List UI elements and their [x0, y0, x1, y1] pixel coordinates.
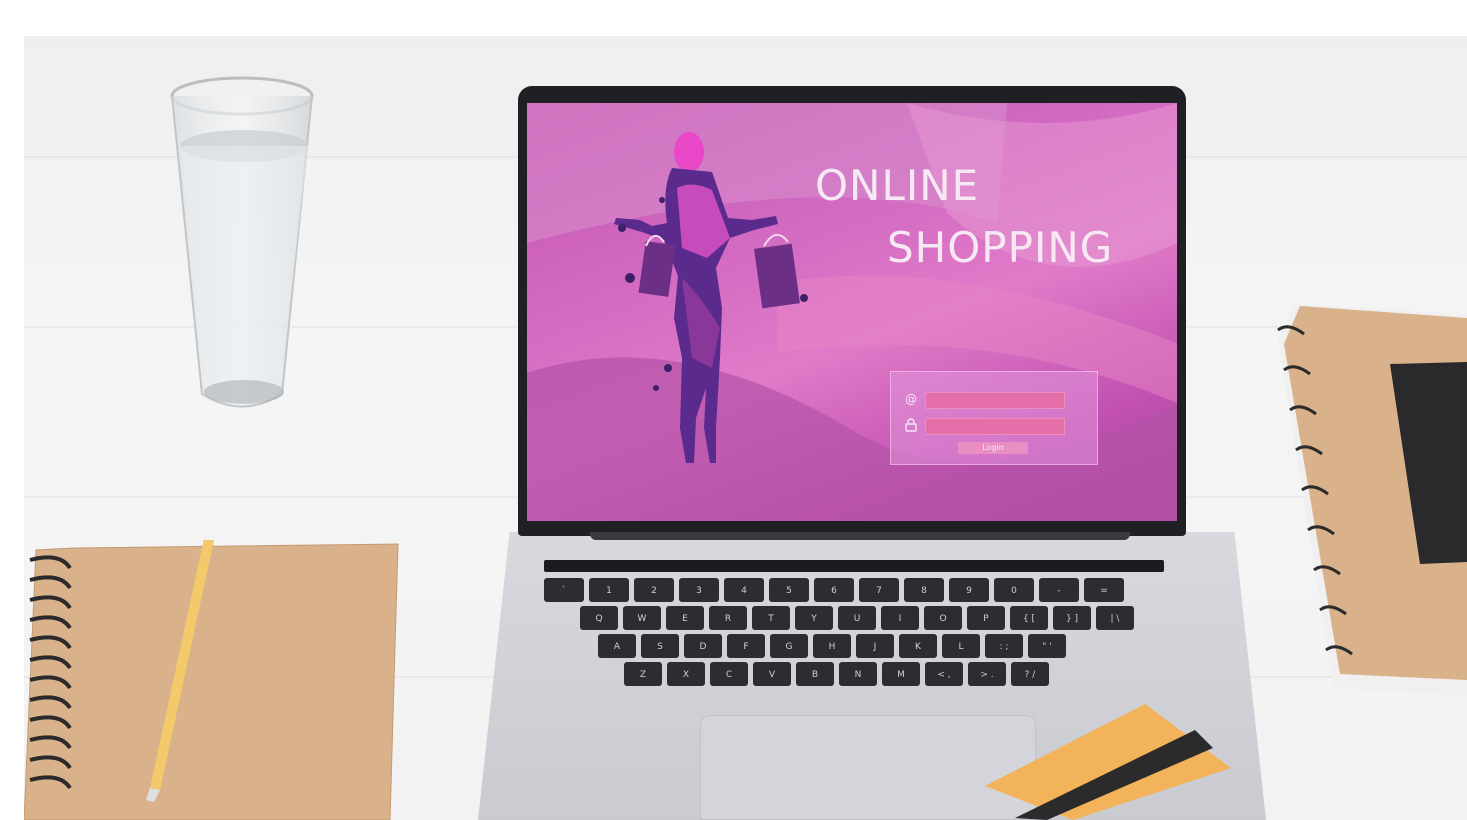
spiral-notebook-left — [24, 540, 399, 820]
key-row_numbers_sub-8[interactable]: 8 — [904, 578, 944, 602]
key-row_zxcv-7[interactable]: < , — [925, 662, 963, 686]
key-row_asdf-2[interactable]: D — [684, 634, 722, 658]
photo-scene: ONLINE SHOPPING @ Login ` 1 2 3 4 5 6 7 8 9 0- = Q W E… — [0, 0, 1467, 820]
key-row_numbers_sub-6[interactable]: 6 — [814, 578, 854, 602]
key-row_qwerty-8[interactable]: O — [924, 606, 962, 630]
key-row_asdf-3[interactable]: F — [727, 634, 765, 658]
login-button[interactable]: Login — [958, 442, 1028, 454]
key-row_qwerty-1[interactable]: W — [623, 606, 661, 630]
login-panel: @ Login — [890, 371, 1098, 465]
key-row_qwerty-11[interactable]: } ] — [1053, 606, 1091, 630]
laptop-hinge — [590, 532, 1130, 540]
key-row_zxcv-0[interactable]: Z — [624, 662, 662, 686]
key-row_qwerty-5[interactable]: Y — [795, 606, 833, 630]
key-row_asdf-0[interactable]: A — [598, 634, 636, 658]
laptop-keyboard: ` 1 2 3 4 5 6 7 8 9 0- = Q W E R T Y U I O P{ [} ] | \ A S D F G H J K… — [528, 556, 1196, 716]
key-row_qwerty-7[interactable]: I — [881, 606, 919, 630]
key-row_zxcv-5[interactable]: N — [839, 662, 877, 686]
key-row_numbers_sub-3[interactable]: 3 — [679, 578, 719, 602]
key-row_asdf-10[interactable]: " ' — [1028, 634, 1066, 658]
key-row_numbers_sub-7[interactable]: 7 — [859, 578, 899, 602]
key-row_asdf-7[interactable]: K — [899, 634, 937, 658]
key-row_qwerty-9[interactable]: P — [967, 606, 1005, 630]
key-row_numbers_sub-2[interactable]: 2 — [634, 578, 674, 602]
key-row_numbers_sub-4[interactable]: 4 — [724, 578, 764, 602]
key-row_numbers_sub-0[interactable]: ` — [544, 578, 584, 602]
key-row_zxcv-3[interactable]: V — [753, 662, 791, 686]
spiral-notebook-right — [1277, 304, 1467, 696]
key-row_zxcv-2[interactable]: C — [710, 662, 748, 686]
key-row_zxcv-9[interactable]: ? / — [1011, 662, 1049, 686]
key-row_asdf-5[interactable]: H — [813, 634, 851, 658]
key-row_qwerty-6[interactable]: U — [838, 606, 876, 630]
key-row_numbers_sub-5[interactable]: 5 — [769, 578, 809, 602]
key-row_numbers_sub-11[interactable]: - — [1039, 578, 1079, 602]
password-field[interactable] — [925, 418, 1065, 435]
key-row_zxcv-8[interactable]: > . — [968, 662, 1006, 686]
key-row_zxcv-6[interactable]: M — [882, 662, 920, 686]
key-row_qwerty-0[interactable]: Q — [580, 606, 618, 630]
email-field[interactable] — [925, 392, 1065, 409]
key-row_zxcv-1[interactable]: X — [667, 662, 705, 686]
key-row_numbers_sub-1[interactable]: 1 — [589, 578, 629, 602]
water-glass — [170, 76, 314, 408]
touch-bar[interactable] — [544, 560, 1164, 572]
lock-icon — [904, 418, 918, 432]
at-sign-icon: @ — [905, 392, 917, 406]
key-row_asdf-4[interactable]: G — [770, 634, 808, 658]
key-row_qwerty-4[interactable]: T — [752, 606, 790, 630]
title-online: ONLINE — [815, 161, 980, 210]
key-row_qwerty-3[interactable]: R — [709, 606, 747, 630]
key-row_numbers_sub-12[interactable]: = — [1084, 578, 1124, 602]
shopping-woman-silhouette — [614, 132, 808, 463]
key-row_numbers_sub-10[interactable]: 0 — [994, 578, 1034, 602]
key-row_qwerty-12[interactable]: | \ — [1096, 606, 1134, 630]
key-row_asdf-1[interactable]: S — [641, 634, 679, 658]
key-row_qwerty-2[interactable]: E — [666, 606, 704, 630]
credit-card — [985, 704, 1231, 820]
title-shopping: SHOPPING — [887, 223, 1114, 272]
key-row_qwerty-10[interactable]: { [ — [1010, 606, 1048, 630]
key-row_asdf-6[interactable]: J — [856, 634, 894, 658]
key-row_asdf-9[interactable]: : ; — [985, 634, 1023, 658]
key-row_numbers_sub-9[interactable]: 9 — [949, 578, 989, 602]
laptop-screen: ONLINE SHOPPING @ Login — [527, 103, 1177, 521]
key-row_asdf-8[interactable]: L — [942, 634, 980, 658]
key-row_zxcv-4[interactable]: B — [796, 662, 834, 686]
